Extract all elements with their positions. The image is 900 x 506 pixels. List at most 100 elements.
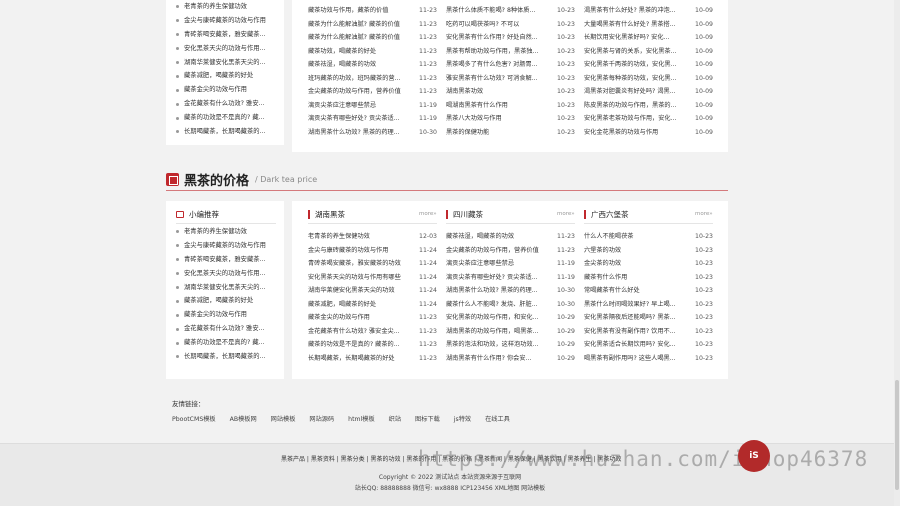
article-title[interactable]: 大量喝黑茶有什么好处? 黑茶搭... xyxy=(584,18,689,32)
article-row[interactable]: 安化黑茶天尖的功效与作用有哪些 11-24 xyxy=(308,271,437,285)
article-title[interactable]: 黑茶喝多了有什么危害? 对肠胃... xyxy=(446,58,551,72)
article-title[interactable]: 金尖藏茶的功效与作用，营养价值 xyxy=(446,244,551,258)
article-row[interactable]: 金尖藏茶的功效与作用，营养价值 11-23 xyxy=(308,85,437,99)
article-title[interactable]: 常喝藏茶有什么好处 xyxy=(584,284,689,298)
article-title[interactable]: 藏茶祛湿，喝藏茶的功效 xyxy=(308,58,413,72)
friend-link[interactable]: js特效 xyxy=(454,414,471,423)
article-row[interactable]: 藏茶为什么能解油腻? 藏茶的价值 11-23 xyxy=(308,31,437,45)
column-title-text[interactable]: 四川藏茶 xyxy=(453,209,483,220)
article-title[interactable]: 湖南黑茶功效 xyxy=(446,85,551,99)
article-title[interactable]: 渴黑茶有什么好处? 黑茶的冲泡... xyxy=(584,4,689,18)
more-link[interactable]: more» xyxy=(419,211,437,217)
article-title[interactable]: 黑茶八大功效与作用 xyxy=(446,112,551,126)
article-title[interactable]: 金尖藏茶的功效与作用，营养价值 xyxy=(308,85,413,99)
article-title[interactable]: 藏茶减肥，喝藏茶的好处 xyxy=(308,298,413,312)
article-title[interactable]: 什么人不能喝茯茶 xyxy=(584,230,689,244)
article-row[interactable]: 金尖茶的功效 10-23 xyxy=(584,257,713,271)
article-row[interactable]: 藏茶为什么能解油腻? 藏茶的价值 11-23 xyxy=(308,18,437,32)
sidebar-link[interactable]: 安化黑茶天尖的功效与作用... xyxy=(176,267,284,281)
sidebar-link[interactable]: 金花藏茶有什么功效? 雅安... xyxy=(176,322,284,336)
article-title[interactable]: 湖南黑茶有什么作用? 你会安... xyxy=(446,352,551,366)
article-row[interactable]: 黑茶八大功效与作用 10-23 xyxy=(446,112,575,126)
article-title[interactable]: 班玛藏茶的功效，班玛藏茶的营... xyxy=(308,72,413,86)
article-title[interactable]: 安化黑茶的功效与作用，和安化... xyxy=(446,311,551,325)
article-row[interactable]: 渴黑茶对胆囊炎有好处吗? 渴黑... 10-09 xyxy=(584,85,713,99)
column-title[interactable]: 湖南黑茶 xyxy=(308,209,345,220)
article-row[interactable]: 安化黑茶隔夜后还能喝吗? 黑茶... 10-23 xyxy=(584,311,713,325)
article-row[interactable]: 漓贡尖茶应注意哪些禁忌 11-19 xyxy=(308,99,437,113)
article-row[interactable]: 大量喝黑茶有什么好处? 黑茶搭... 10-09 xyxy=(584,18,713,32)
article-row[interactable]: 湖南华莱健安化黑茶天尖的功效 11-24 xyxy=(308,284,437,298)
article-row[interactable]: 藏茶祛湿，喝藏茶的功效 11-23 xyxy=(308,58,437,72)
sidebar-link[interactable]: 藏茶的功效是不是真的? 藏... xyxy=(176,111,284,125)
sidebar-link[interactable]: 青砖茶喝安藏茶，雅安藏茶... xyxy=(176,253,284,267)
column-title[interactable]: 广西六堡茶 xyxy=(584,209,629,220)
column-title-text[interactable]: 湖南黑茶 xyxy=(315,209,345,220)
scrollbar-thumb[interactable] xyxy=(895,380,899,490)
article-row[interactable]: 湖南黑茶的功效与作用，喝黑茶... 10-29 xyxy=(446,325,575,339)
article-row[interactable]: 安化黑茶与肾的关系，安化黑茶... 10-09 xyxy=(584,45,713,59)
article-title[interactable]: 黑茶的保健功能 xyxy=(446,126,551,140)
article-row[interactable]: 湖南黑茶什么功效? 黑茶的药理... 10-30 xyxy=(446,284,575,298)
article-title[interactable]: 藏茶有什么作用 xyxy=(584,271,689,285)
article-title[interactable]: 安化黑茶有没有副作用? 饮用不... xyxy=(584,325,689,339)
article-title[interactable]: 藏茶的功效是不是真的? 藏茶的... xyxy=(308,338,413,352)
article-title[interactable]: 喝湖南黑茶有什么作用 xyxy=(446,99,551,113)
article-title[interactable]: 湖南华莱健安化黑茶天尖的功效 xyxy=(308,284,413,298)
more-link[interactable]: more» xyxy=(695,211,713,217)
article-row[interactable]: 黑茶什么时间喝效果好? 早上喝... 10-23 xyxy=(584,298,713,312)
article-row[interactable]: 安化金花黑茶的功效与作用 10-09 xyxy=(584,126,713,140)
sidebar-link[interactable]: 老青茶的养生保健功效 xyxy=(176,225,284,239)
article-title[interactable]: 漓贡尖茶有哪些好处? 贡尖茶适... xyxy=(308,112,413,126)
sidebar-link[interactable]: 金尖与康砖藏茶的功效与作用 xyxy=(176,239,284,253)
article-row[interactable]: 雅安黑茶有什么功效? 可消食解... 10-23 xyxy=(446,72,575,86)
article-row[interactable]: 吃药可以喝茯茶吗? 不可以 10-23 xyxy=(446,18,575,32)
article-row[interactable]: 喝黑茶有副作用吗? 这些人喝黑... 10-23 xyxy=(584,352,713,366)
article-row[interactable]: 漓贡尖茶有哪些好处? 贡尖茶适... 11-19 xyxy=(446,271,575,285)
article-row[interactable]: 漓贡尖茶有哪些好处? 贡尖茶适... 11-19 xyxy=(308,112,437,126)
article-row[interactable]: 喝湖南黑茶有什么作用 10-23 xyxy=(446,99,575,113)
article-title[interactable]: 渴黑茶对胆囊炎有好处吗? 渴黑... xyxy=(584,85,689,99)
article-title[interactable]: 青砖茶喝安藏茶，雅安藏茶的功效 xyxy=(308,257,413,271)
article-title[interactable]: 藏茶为什么能解油腻? 藏茶的价值 xyxy=(308,18,413,32)
article-row[interactable]: 黑茶喝多了有什么危害? 对肠胃... 10-23 xyxy=(446,58,575,72)
article-title[interactable]: 安化金花黑茶的功效与作用 xyxy=(584,126,689,140)
friend-link[interactable]: 在线工具 xyxy=(485,414,510,423)
article-title[interactable]: 老青茶的养生保健功效 xyxy=(308,230,413,244)
article-title[interactable]: 藏茶为什么能解油腻? 藏茶的价值 xyxy=(308,31,413,45)
article-row[interactable]: 长期饮用安化黑茶好吗? 安化... 10-09 xyxy=(584,31,713,45)
friend-link[interactable]: AB模板网 xyxy=(230,414,257,423)
article-row[interactable]: 藏茶减肥，喝藏茶的好处 11-24 xyxy=(308,298,437,312)
article-title[interactable]: 黑茶什么时间喝效果好? 早上喝... xyxy=(584,298,689,312)
article-title[interactable]: 黑茶的泡法和功效，这样泡功效... xyxy=(446,338,551,352)
friend-link[interactable]: html模板 xyxy=(348,414,374,423)
article-title[interactable]: 安化黑茶每种茶的功效，安化黑... xyxy=(584,72,689,86)
sidebar-link[interactable]: 长期喝藏茶，长期喝藏茶的... xyxy=(176,125,284,139)
article-row[interactable]: 藏茶功效，喝藏茶的好处 11-23 xyxy=(308,45,437,59)
article-title[interactable]: 长期饮用安化黑茶好吗? 安化... xyxy=(584,31,689,45)
friend-link[interactable]: 网站模板 xyxy=(271,414,296,423)
column-title[interactable]: 四川藏茶 xyxy=(446,209,483,220)
article-row[interactable]: 藏茶功效与作用，藏茶的价值 11-23 xyxy=(308,4,437,18)
article-row[interactable]: 老青茶的养生保健功效 12-03 xyxy=(308,230,437,244)
article-title[interactable]: 陈皮黑茶的功效与作用，黑茶的... xyxy=(584,99,689,113)
article-title[interactable]: 金尖茶的功效 xyxy=(584,257,689,271)
article-title[interactable]: 黑茶什么体质不能喝? 8种体质... xyxy=(446,4,551,18)
article-title[interactable]: 六堡茶的功效 xyxy=(584,244,689,258)
article-row[interactable]: 金花藏茶有什么功效? 雅安金尖... 11-23 xyxy=(308,325,437,339)
article-title[interactable]: 漓贡尖茶应注意哪些禁忌 xyxy=(446,257,551,271)
article-title[interactable]: 安化黑茶千两茶的功效，安化黑... xyxy=(584,58,689,72)
sidebar-link[interactable]: 金花藏茶有什么功效? 雅安... xyxy=(176,97,284,111)
scrollbar[interactable] xyxy=(894,0,900,506)
article-title[interactable]: 安化黑茶天尖的功效与作用有哪些 xyxy=(308,271,413,285)
article-row[interactable]: 渴黑茶有什么好处? 黑茶的冲泡... 10-09 xyxy=(584,4,713,18)
article-title[interactable]: 湖南黑茶什么功效? 黑茶的药理... xyxy=(308,126,413,140)
column-title-text[interactable]: 广西六堡茶 xyxy=(591,209,629,220)
sidebar-link[interactable]: 湖南华莱健安化黑茶天尖的... xyxy=(176,56,284,70)
article-row[interactable]: 长期喝藏茶，长期喝藏茶的好处 11-23 xyxy=(308,352,437,366)
article-row[interactable]: 安化黑茶每种茶的功效，安化黑... 10-09 xyxy=(584,72,713,86)
article-row[interactable]: 黑茶的保健功能 10-23 xyxy=(446,126,575,140)
article-row[interactable]: 藏茶金尖的功效与作用 11-23 xyxy=(308,311,437,325)
sidebar-link[interactable]: 安化黑茶天尖的功效与作用... xyxy=(176,42,284,56)
article-title[interactable]: 湖南黑茶的功效与作用，喝黑茶... xyxy=(446,325,551,339)
